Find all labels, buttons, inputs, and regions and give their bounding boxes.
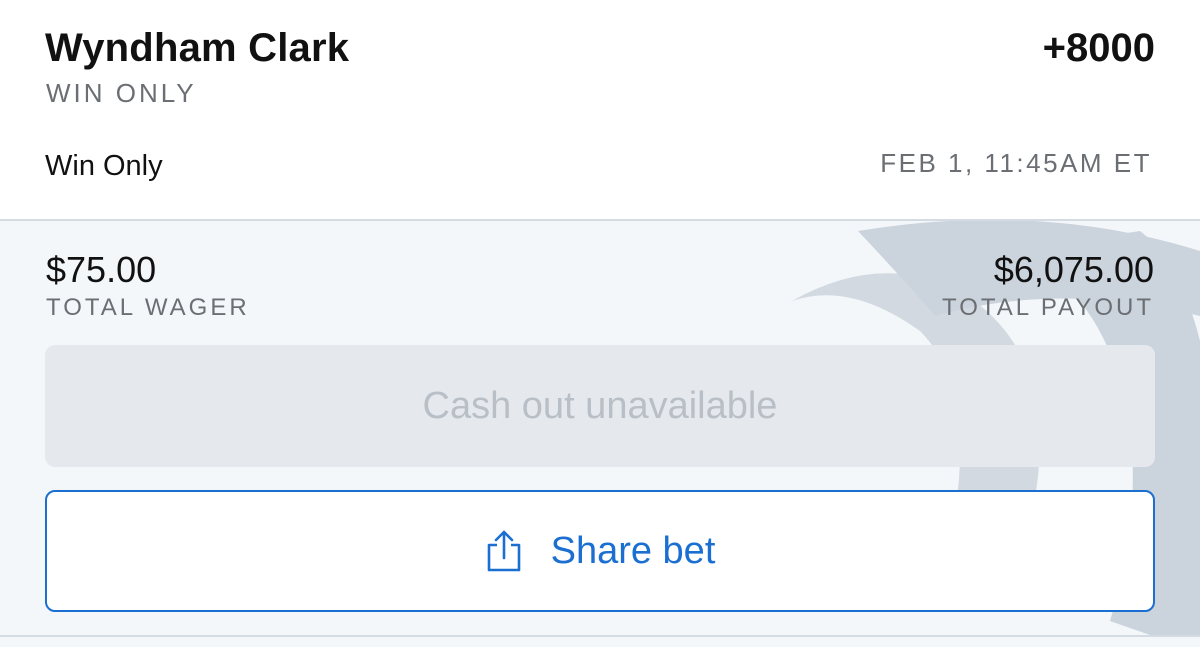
- share-icon: [487, 530, 520, 572]
- odds-value: +8000: [1042, 26, 1155, 70]
- cashout-button-label: Cash out unavailable: [422, 384, 778, 427]
- total-wager-label: TOTAL WAGER: [46, 294, 250, 321]
- market-type: WIN ONLY: [46, 78, 197, 108]
- share-bet-button[interactable]: Share bet: [45, 490, 1155, 612]
- bet-type: Win Only: [45, 150, 163, 182]
- footer-strip: [0, 637, 1200, 647]
- bet-summary-panel: $75.00 TOTAL WAGER $6,075.00 TOTAL PAYOU…: [0, 221, 1200, 635]
- total-payout-amount: $6,075.00: [993, 249, 1154, 290]
- event-time: FEB 1, 11:45AM ET: [880, 148, 1152, 178]
- bet-header: Wyndham Clark +8000 WIN ONLY Win Only FE…: [0, 0, 1200, 220]
- bet-card: Wyndham Clark +8000 WIN ONLY Win Only FE…: [0, 0, 1200, 647]
- total-wager-amount: $75.00: [46, 249, 157, 290]
- selection-name: Wyndham Clark: [45, 26, 350, 70]
- cashout-button[interactable]: Cash out unavailable: [45, 345, 1155, 467]
- share-bet-label: Share bet: [550, 529, 716, 572]
- total-payout-label: TOTAL PAYOUT: [941, 294, 1154, 321]
